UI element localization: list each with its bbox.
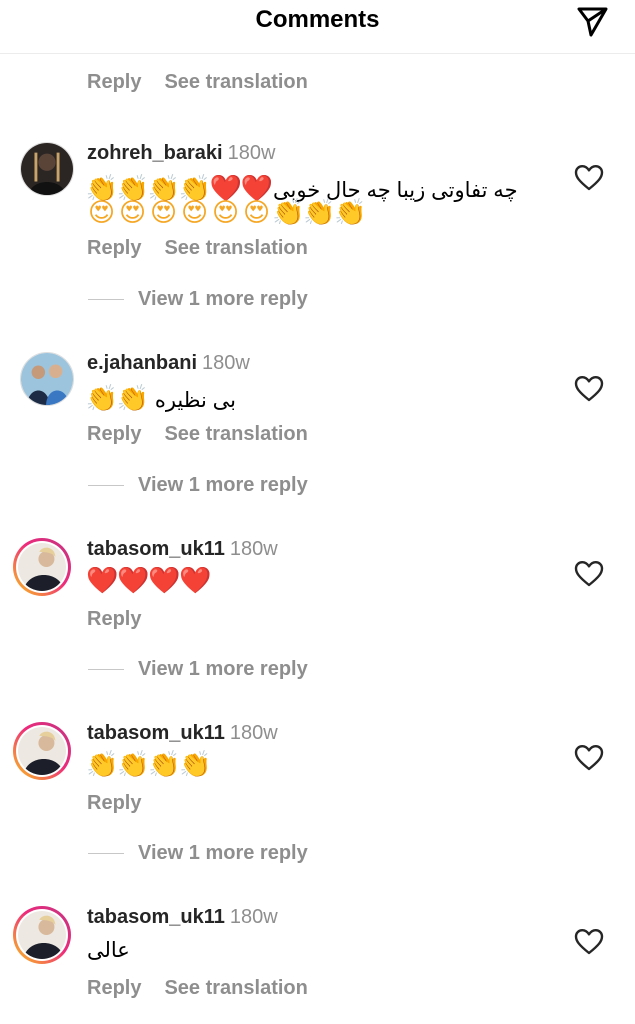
heart-emoji: ❤️ xyxy=(148,566,181,596)
view-more-replies[interactable]: View 1 more reply xyxy=(88,288,308,310)
reply-button[interactable]: Reply xyxy=(87,237,141,259)
clap-emoji: 👏 xyxy=(117,750,150,780)
username[interactable]: tabasom_uk11 xyxy=(87,538,225,560)
heart-eyes-emoji: 😍 xyxy=(149,198,178,228)
divider-line xyxy=(88,668,124,670)
comment-actions: Reply See translation xyxy=(87,977,331,1000)
view-more-replies-label[interactable]: View 1 more reply xyxy=(138,658,308,681)
reply-button[interactable]: Reply xyxy=(87,71,141,93)
comment-actions: Reply xyxy=(87,608,164,631)
heart-eyes-emoji: 😍 xyxy=(242,198,271,228)
heart-eyes-emoji: 😍 xyxy=(180,198,209,228)
heart-outline-icon[interactable] xyxy=(574,375,604,403)
avatar-story-ring xyxy=(18,727,66,775)
heart-outline-icon[interactable] xyxy=(574,560,604,588)
view-more-replies-label[interactable]: View 1 more reply xyxy=(138,842,308,865)
clap-emoji: 👏 xyxy=(272,198,305,228)
emoji-line: 👏 👏 👏 👏 xyxy=(86,750,212,781)
avatar-photo xyxy=(21,143,73,195)
avatar-story-ring xyxy=(18,543,66,591)
avatar-photo xyxy=(21,353,73,405)
reply-button[interactable]: Reply xyxy=(87,792,141,814)
heart-eyes-emoji: 😍 xyxy=(87,198,116,228)
heart-emoji: ❤️ xyxy=(179,566,212,596)
avatar[interactable] xyxy=(20,142,74,196)
username[interactable]: tabasom_uk11 xyxy=(87,906,225,928)
comment-meta: e.jahanbani 180w xyxy=(87,352,250,375)
paper-plane-icon[interactable] xyxy=(575,4,609,38)
comment-meta: tabasom_uk11 180w xyxy=(87,906,278,929)
avatar[interactable] xyxy=(20,352,74,406)
username[interactable]: zohreh_baraki xyxy=(87,142,223,164)
reply-button[interactable]: Reply xyxy=(87,423,141,445)
clap-emoji: 👏 xyxy=(334,198,367,228)
clap-emoji: 👏 xyxy=(116,384,149,414)
divider-line xyxy=(88,852,124,854)
comment-actions: Reply See translation xyxy=(87,237,331,260)
view-more-replies-label[interactable]: View 1 more reply xyxy=(138,474,308,497)
username[interactable]: e.jahanbani xyxy=(87,352,197,374)
comment-text: بی نظیره 👏👏 xyxy=(85,384,247,415)
username[interactable]: tabasom_uk11 xyxy=(87,722,225,744)
emoji-line: ❤️ ❤️ ❤️ ❤️ xyxy=(86,566,212,597)
avatar[interactable] xyxy=(13,722,71,780)
comment-meta: tabasom_uk11 180w xyxy=(87,722,278,745)
clap-emoji: 👏 xyxy=(85,384,118,414)
see-translation-button[interactable]: See translation xyxy=(164,423,307,445)
see-translation-button[interactable]: See translation xyxy=(164,237,307,259)
comment-meta: tabasom_uk11 180w xyxy=(87,538,278,561)
previous-comment-actions: Reply See translation xyxy=(87,71,331,94)
clap-emoji: 👏 xyxy=(179,750,212,780)
see-translation-button[interactable]: See translation xyxy=(164,977,307,999)
divider-line xyxy=(88,484,124,486)
timestamp: 180w xyxy=(202,352,250,374)
comment-actions: Reply xyxy=(87,792,164,815)
heart-eyes-emoji: 😍 xyxy=(118,198,147,228)
view-more-replies-label[interactable]: View 1 more reply xyxy=(138,288,308,311)
comment-body: بی نظیره xyxy=(154,389,237,412)
clap-emoji: 👏 xyxy=(86,750,119,780)
heart-eyes-emoji: 😍 xyxy=(211,198,240,228)
comment-text: عالی xyxy=(87,938,132,963)
clap-emoji: 👏 xyxy=(148,750,181,780)
comment-meta: zohreh_baraki 180w xyxy=(87,142,275,165)
avatar[interactable] xyxy=(13,906,71,964)
reply-button[interactable]: Reply xyxy=(87,608,141,630)
comment-body: عالی xyxy=(87,939,130,962)
header-bar: Comments xyxy=(0,0,635,54)
timestamp: 180w xyxy=(229,722,278,744)
view-more-replies[interactable]: View 1 more reply xyxy=(88,658,308,680)
avatar[interactable] xyxy=(13,538,71,596)
emoji-line: 😍 😍 😍 😍 😍 😍 👏 👏 👏 xyxy=(86,198,367,229)
page-title: Comments xyxy=(255,6,380,33)
heart-outline-icon[interactable] xyxy=(574,744,604,772)
comment-actions: Reply See translation xyxy=(87,423,331,446)
see-translation-button[interactable]: See translation xyxy=(164,71,307,93)
view-more-replies[interactable]: View 1 more reply xyxy=(88,474,308,496)
timestamp: 180w xyxy=(227,142,276,164)
timestamp: 180w xyxy=(229,538,278,560)
timestamp: 180w xyxy=(229,906,278,928)
heart-outline-icon[interactable] xyxy=(574,928,604,956)
avatar-story-ring xyxy=(18,911,66,959)
heart-emoji: ❤️ xyxy=(117,566,150,596)
heart-outline-icon[interactable] xyxy=(574,164,604,192)
clap-emoji: 👏 xyxy=(303,198,336,228)
heart-emoji: ❤️ xyxy=(86,566,119,596)
view-more-replies[interactable]: View 1 more reply xyxy=(88,842,308,864)
reply-button[interactable]: Reply xyxy=(87,977,141,999)
divider-line xyxy=(88,298,124,300)
